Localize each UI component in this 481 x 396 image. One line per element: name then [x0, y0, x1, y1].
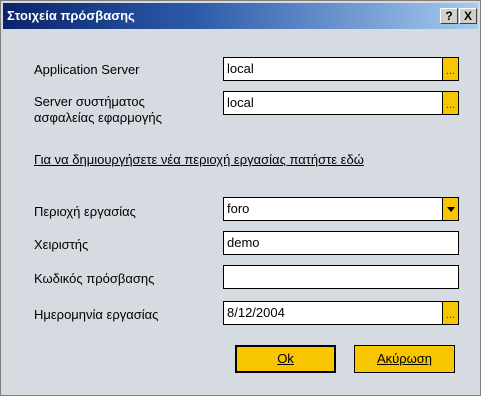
help-button[interactable]: ?: [440, 8, 458, 24]
security-server-browse-button[interactable]: ...: [442, 92, 458, 114]
workspace-label: Περιοχή εργασίας: [34, 204, 136, 219]
workspace-value: foro: [227, 201, 250, 216]
work-date-label: Ημερομηνία εργασίας: [34, 307, 159, 322]
security-server-label-line1: Server συστήματος: [34, 94, 145, 109]
user-field[interactable]: demo: [223, 231, 459, 255]
security-server-label-line2: ασφαλείας εφαρμογής: [34, 110, 162, 125]
work-date-value: 8/12/2004: [227, 305, 285, 320]
password-field[interactable]: [223, 265, 459, 289]
app-server-field[interactable]: local ...: [223, 57, 459, 81]
app-server-label: Application Server: [34, 62, 140, 77]
ok-button[interactable]: Ok: [235, 345, 336, 373]
cancel-button-label: Ακύρωση: [376, 351, 433, 366]
close-button[interactable]: X: [459, 8, 477, 24]
chevron-down-icon[interactable]: [442, 198, 458, 220]
title-bar[interactable]: Στοιχεία πρόσβασης ? X: [3, 3, 478, 29]
cancel-button[interactable]: Ακύρωση: [354, 345, 455, 373]
app-server-browse-button[interactable]: ...: [442, 58, 458, 80]
workspace-select[interactable]: foro: [223, 197, 459, 221]
login-dialog: Στοιχεία πρόσβασης ? X Application Serve…: [0, 0, 481, 396]
user-value: demo: [227, 235, 260, 250]
ok-button-label: Ok: [277, 351, 294, 366]
security-server-field[interactable]: local ...: [223, 91, 459, 115]
work-date-field[interactable]: 8/12/2004 ...: [223, 301, 459, 325]
security-server-value: local: [227, 95, 254, 110]
window-title: Στοιχεία πρόσβασης: [7, 8, 135, 23]
work-date-picker-button[interactable]: ...: [442, 302, 458, 324]
user-label: Χειριστής: [34, 237, 89, 252]
app-server-value: local: [227, 61, 254, 76]
password-label: Κωδικός πρόσβασης: [34, 271, 155, 286]
new-workspace-link[interactable]: Για να δημιουργήσετε νέα περιοχή εργασία…: [34, 152, 364, 167]
